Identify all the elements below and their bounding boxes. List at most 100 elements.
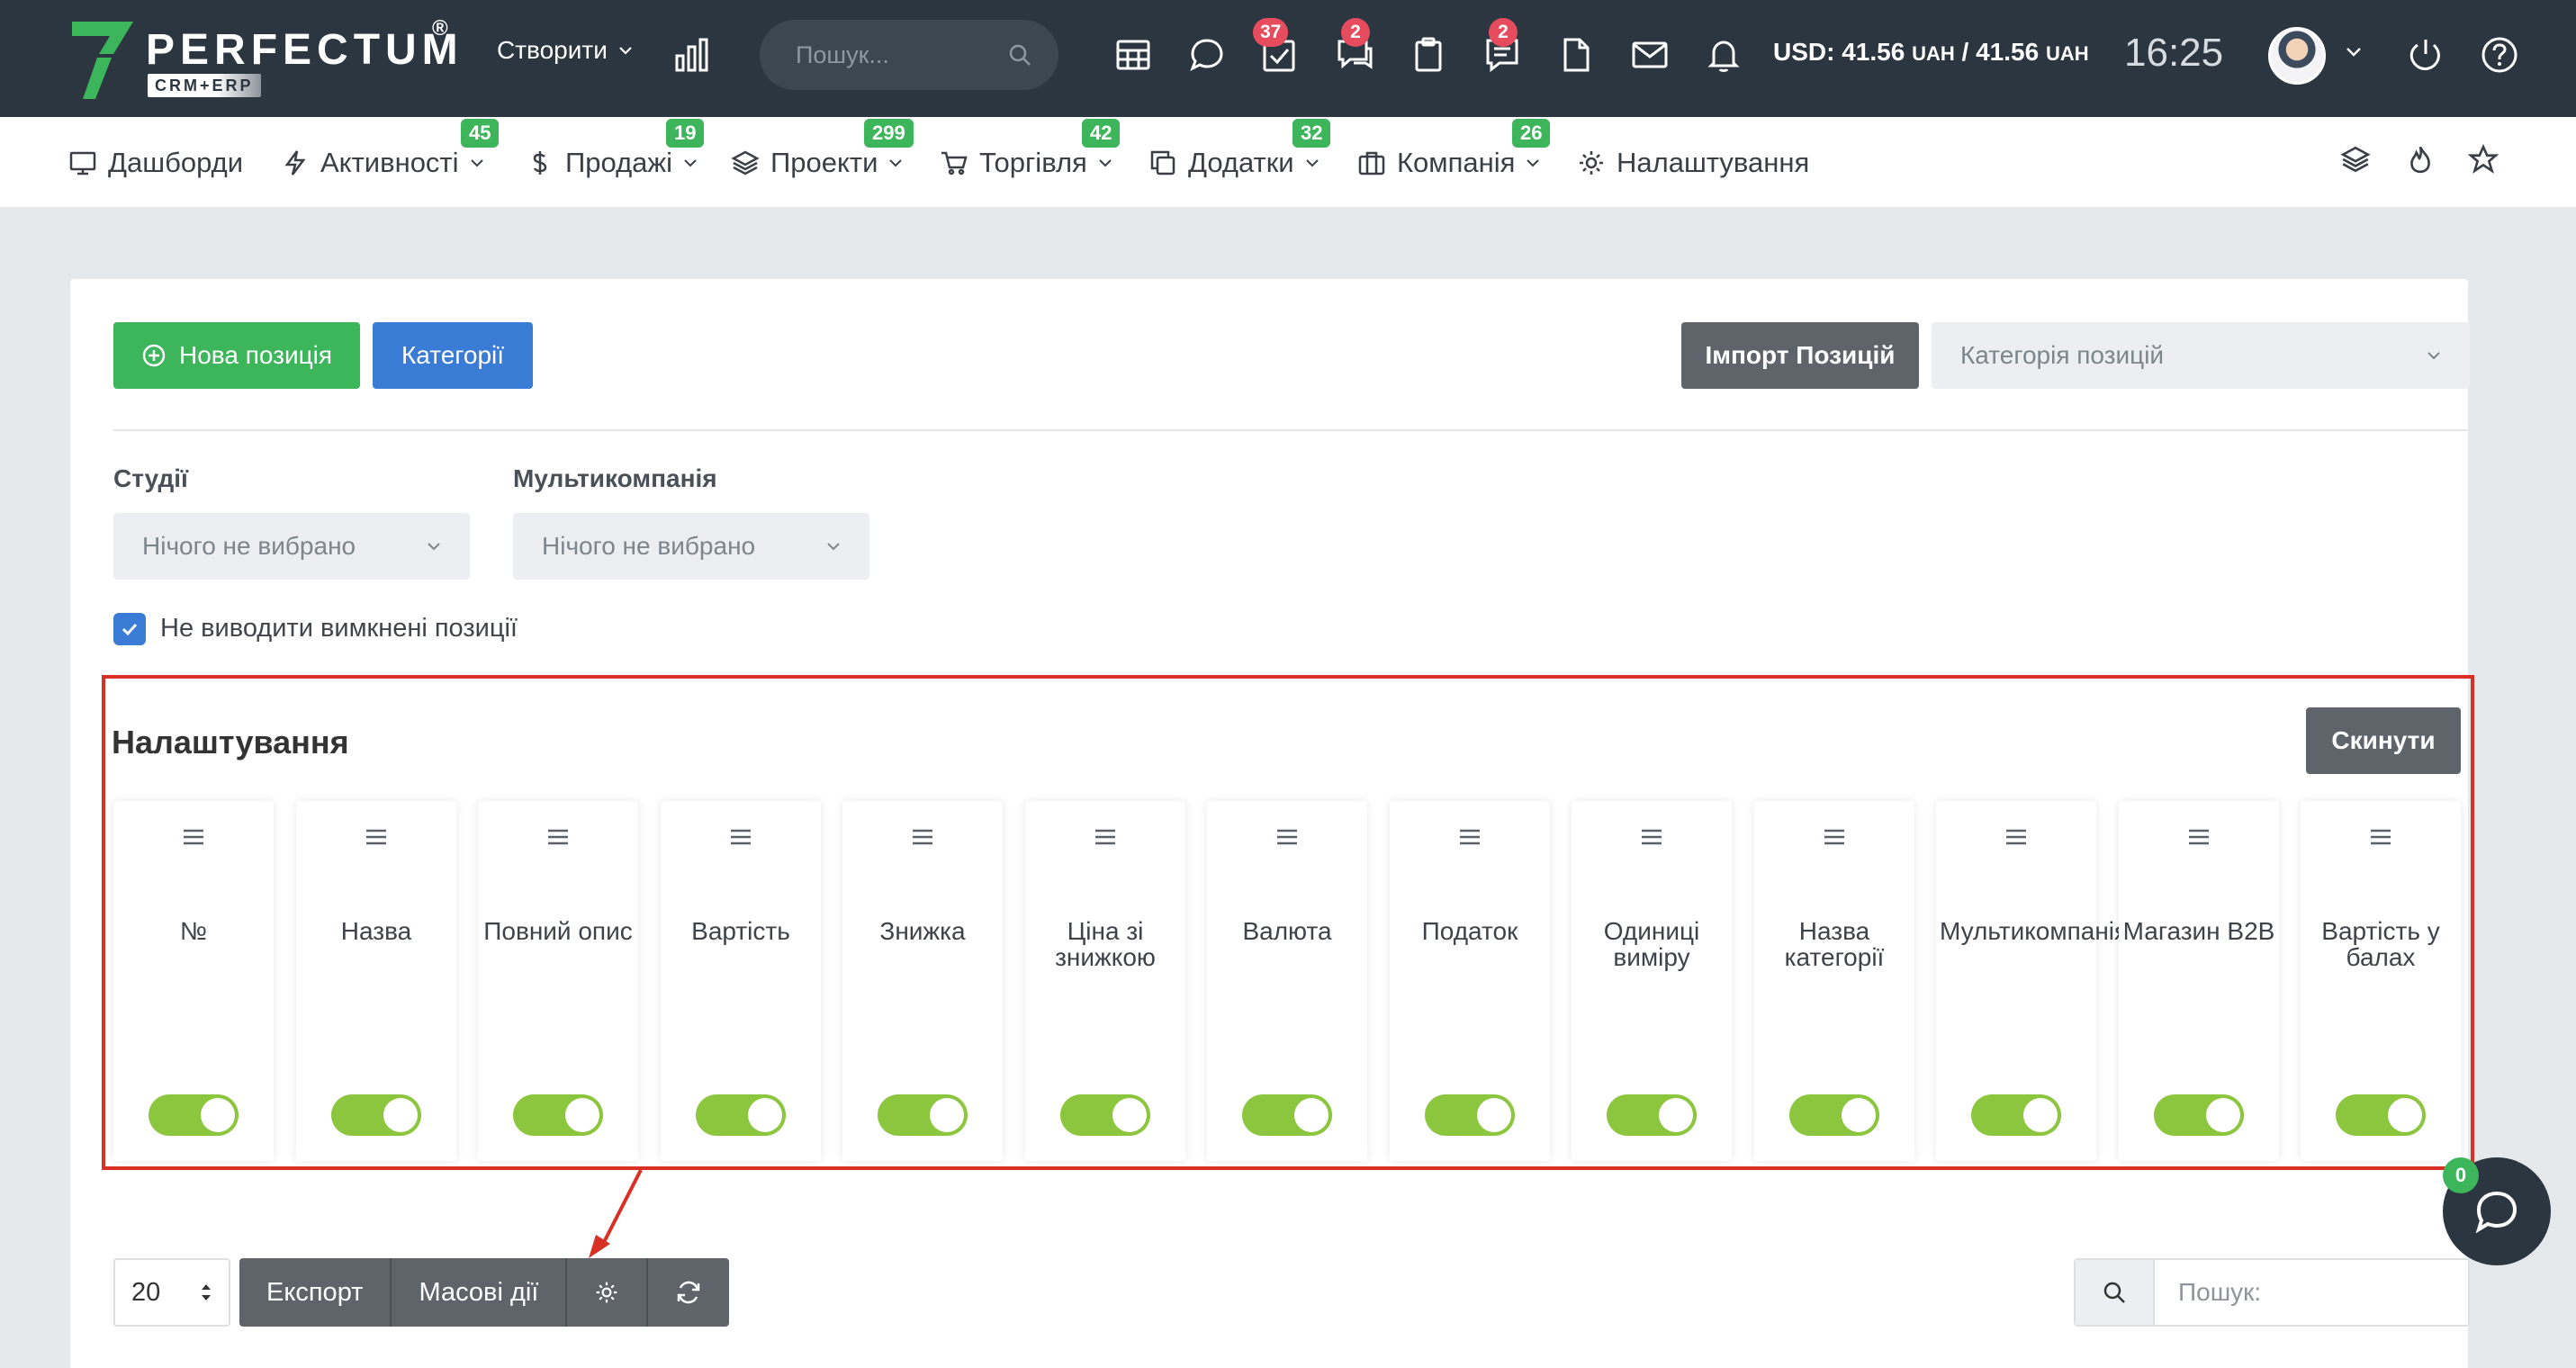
chevron-down-icon bbox=[684, 159, 697, 167]
chevron-down-icon[interactable] bbox=[2346, 47, 2362, 58]
avatar[interactable] bbox=[2268, 27, 2326, 85]
column-visibility-toggle[interactable] bbox=[878, 1094, 968, 1136]
column-visibility-toggle[interactable] bbox=[2154, 1094, 2244, 1136]
column-setting-card[interactable]: № bbox=[113, 801, 274, 1161]
reports-icon[interactable] bbox=[673, 36, 711, 74]
perfectum-logo[interactable]: PERFECTUM ® CRM+ERP bbox=[70, 16, 458, 103]
star-icon[interactable] bbox=[2468, 144, 2499, 175]
layers-icon[interactable] bbox=[2340, 144, 2371, 175]
column-visibility-toggle[interactable] bbox=[331, 1094, 421, 1136]
column-setting-card[interactable]: Податок bbox=[1390, 801, 1550, 1161]
drag-handle-icon[interactable] bbox=[1275, 828, 1299, 846]
chevron-down-icon bbox=[1099, 159, 1112, 167]
nav-item-dashboards[interactable]: Дашборди bbox=[68, 140, 243, 185]
column-visibility-toggle[interactable] bbox=[2336, 1094, 2426, 1136]
page-length-select[interactable]: 20 bbox=[113, 1258, 230, 1327]
drag-handle-icon[interactable] bbox=[365, 828, 388, 846]
column-name: Магазин B2B bbox=[2122, 917, 2275, 945]
refresh-icon bbox=[678, 1281, 700, 1304]
nav-item-company[interactable]: Компанія bbox=[1357, 140, 1540, 185]
mail-icon[interactable] bbox=[1631, 36, 1669, 74]
chat-bubble-icon[interactable] bbox=[1188, 36, 1226, 74]
nav-label: Компанія bbox=[1397, 147, 1516, 178]
column-setting-card[interactable]: Назва bbox=[296, 801, 456, 1161]
column-setting-card[interactable]: Повний опис bbox=[478, 801, 638, 1161]
create-label: Створити bbox=[497, 36, 608, 64]
nav-item-settings[interactable]: Налаштування bbox=[1577, 140, 1809, 185]
column-setting-card[interactable]: Вартість bbox=[661, 801, 821, 1161]
help-icon[interactable] bbox=[2481, 36, 2518, 74]
drag-handle-icon[interactable] bbox=[1458, 828, 1482, 846]
nav-item-activities[interactable]: Активності bbox=[281, 140, 484, 185]
reset-button[interactable]: Скинути bbox=[2306, 707, 2461, 774]
drag-handle-icon[interactable] bbox=[911, 828, 934, 846]
refresh-button[interactable] bbox=[648, 1258, 729, 1327]
bell-icon[interactable] bbox=[1705, 36, 1743, 74]
drag-handle-icon[interactable] bbox=[182, 828, 205, 846]
import-positions-button[interactable]: Імпорт Позицій bbox=[1681, 322, 1919, 389]
drag-handle-icon[interactable] bbox=[1823, 828, 1846, 846]
column-name: № bbox=[179, 917, 208, 945]
column-visibility-toggle[interactable] bbox=[513, 1094, 603, 1136]
sort-arrows-icon bbox=[202, 1284, 211, 1300]
page-length-value: 20 bbox=[131, 1277, 161, 1307]
column-setting-card[interactable]: Знижка bbox=[842, 801, 1003, 1161]
column-setting-card[interactable]: Одиниці виміру bbox=[1572, 801, 1732, 1161]
drag-handle-icon[interactable] bbox=[1094, 828, 1117, 846]
clipboard-icon[interactable] bbox=[1410, 36, 1447, 74]
studio-select-value: Нічого не вибрано bbox=[142, 532, 356, 560]
global-search[interactable]: Пошук... bbox=[760, 20, 1058, 90]
column-visibility-toggle[interactable] bbox=[1060, 1094, 1150, 1136]
column-visibility-toggle[interactable] bbox=[149, 1094, 239, 1136]
rate-uah-a: UAH bbox=[1912, 42, 1955, 65]
drag-handle-icon[interactable] bbox=[2187, 828, 2211, 846]
drag-handle-icon[interactable] bbox=[729, 828, 752, 846]
categories-button[interactable]: Категорії bbox=[373, 322, 533, 389]
chat-widget-badge: 0 bbox=[2443, 1157, 2479, 1193]
file-icon[interactable] bbox=[1557, 36, 1595, 74]
column-visibility-toggle[interactable] bbox=[1242, 1094, 1332, 1136]
export-button[interactable]: Експорт bbox=[239, 1258, 392, 1327]
calendar-icon[interactable] bbox=[1114, 36, 1152, 74]
nav-badge-sales: 19 bbox=[666, 119, 705, 148]
nav-item-addons[interactable]: Додатки bbox=[1148, 140, 1320, 185]
column-setting-card[interactable]: Валюта bbox=[1207, 801, 1367, 1161]
gear-icon bbox=[597, 1282, 617, 1303]
column-name: Вартість bbox=[691, 917, 790, 945]
chevron-down-icon bbox=[2427, 352, 2440, 360]
column-visibility-toggle[interactable] bbox=[1425, 1094, 1515, 1136]
column-visibility-toggle[interactable] bbox=[1971, 1094, 2061, 1136]
create-menu[interactable]: Створити bbox=[497, 36, 633, 65]
table-search[interactable]: Пошук: bbox=[2074, 1258, 2470, 1327]
chevron-down-icon bbox=[1527, 159, 1540, 167]
drag-handle-icon[interactable] bbox=[2369, 828, 2392, 846]
fire-icon[interactable] bbox=[2405, 144, 2436, 175]
drag-handle-icon[interactable] bbox=[546, 828, 570, 846]
layers-icon bbox=[731, 150, 760, 176]
category-select[interactable]: Категорія позицій bbox=[1932, 322, 2470, 389]
dollar-icon bbox=[533, 151, 547, 175]
column-visibility-toggle[interactable] bbox=[1607, 1094, 1697, 1136]
column-setting-card[interactable]: Мультикомпанія bbox=[1936, 801, 2128, 1161]
studio-select[interactable]: Нічого не вибрано bbox=[113, 513, 470, 580]
nav-badge-projects: 299 bbox=[864, 119, 914, 148]
drag-handle-icon[interactable] bbox=[1640, 828, 1663, 846]
column-visibility-toggle[interactable] bbox=[1789, 1094, 1879, 1136]
column-name: Назва bbox=[340, 917, 412, 945]
new-position-button[interactable]: Нова позиція bbox=[113, 322, 360, 389]
column-name: Знижка bbox=[879, 917, 966, 945]
copy-icon bbox=[1150, 150, 1175, 176]
column-setting-card[interactable]: Ціна зі знижкою bbox=[1025, 801, 1185, 1161]
column-setting-card[interactable]: Вартість у балах bbox=[2301, 801, 2461, 1161]
column-visibility-toggle[interactable] bbox=[696, 1094, 786, 1136]
settings-title: Налаштування bbox=[112, 724, 349, 760]
hide-disabled-checkbox[interactable] bbox=[113, 613, 146, 645]
column-setting-card[interactable]: Назва категорії bbox=[1754, 801, 1914, 1161]
multicompany-select[interactable]: Нічого не вибрано bbox=[513, 513, 869, 580]
reset-label: Скинути bbox=[2331, 726, 2436, 754]
column-setting-card[interactable]: Магазин B2B bbox=[2119, 801, 2279, 1161]
bulk-actions-button[interactable]: Масові дії bbox=[392, 1258, 568, 1327]
drag-handle-icon[interactable] bbox=[2004, 828, 2028, 846]
column-settings-button[interactable] bbox=[567, 1258, 649, 1327]
power-icon[interactable] bbox=[2407, 36, 2445, 74]
